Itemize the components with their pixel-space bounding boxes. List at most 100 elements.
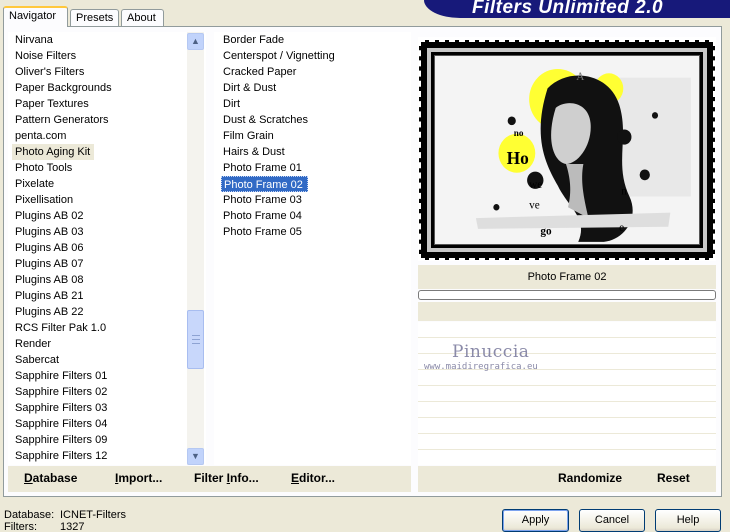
filter-item-label: Photo Frame 02: [221, 176, 308, 192]
filter-item[interactable]: Dirt & Dust: [214, 80, 411, 96]
scroll-down-button[interactable]: ▼: [187, 448, 204, 465]
filter-item[interactable]: Dust & Scratches: [214, 112, 411, 128]
filter-item[interactable]: Photo Frame 05: [214, 224, 411, 240]
apply-button[interactable]: Apply: [502, 509, 569, 532]
category-item-label: Plugins AB 22: [15, 306, 84, 318]
preview-text-8: e: [619, 221, 624, 234]
cancel-button[interactable]: Cancel: [579, 509, 645, 532]
category-item[interactable]: Pixelate: [8, 176, 206, 192]
category-item[interactable]: Plugins AB 08: [8, 272, 206, 288]
category-list[interactable]: Nirvana Noise Filters Oliver's Filters Pape…: [8, 32, 206, 465]
category-item[interactable]: Plugins AB 03: [8, 224, 206, 240]
filter-item-label: Dirt: [223, 98, 241, 110]
category-item[interactable]: Nirvana: [8, 32, 206, 48]
category-item[interactable]: RCS Filter Pak 1.0: [8, 320, 206, 336]
category-item[interactable]: Sapphire Filters 01: [8, 368, 206, 384]
category-item[interactable]: Plugins AB 21: [8, 288, 206, 304]
filter-item[interactable]: Film Grain: [214, 128, 411, 144]
import-button[interactable]: Import...: [115, 471, 162, 485]
filters-count-value: 1327: [60, 521, 85, 532]
category-item-label: Plugins AB 08: [15, 274, 84, 286]
preview-text-6: A: [576, 70, 585, 83]
filter-item[interactable]: Centerspot / Vignetting: [214, 48, 411, 64]
scroll-up-button[interactable]: ▲: [187, 33, 204, 50]
filter-item[interactable]: Dirt: [214, 96, 411, 112]
left-action-bar: Database Import... Filter Info... Editor…: [8, 466, 411, 492]
help-button[interactable]: Help: [655, 509, 721, 532]
category-item-label: Plugins AB 02: [15, 210, 84, 222]
filter-item[interactable]: Photo Frame 04: [214, 208, 411, 224]
category-scrollbar[interactable]: ▲ ▼: [187, 32, 204, 465]
filter-item[interactable]: Photo Frame 01: [214, 160, 411, 176]
filter-item-label: Centerspot / Vignetting: [223, 50, 335, 62]
scrollbar-thumb[interactable]: [187, 310, 204, 369]
filter-item-label: Photo Frame 05: [223, 226, 302, 238]
category-item[interactable]: Paper Backgrounds: [8, 80, 206, 96]
category-item[interactable]: Sapphire Filters 09: [8, 432, 206, 448]
tab-about[interactable]: About: [121, 9, 164, 27]
category-item[interactable]: Paper Textures: [8, 96, 206, 112]
preview-text-5: go: [540, 224, 551, 237]
parameter-header: [418, 302, 716, 321]
category-item[interactable]: Plugins AB 22: [8, 304, 206, 320]
category-item[interactable]: Plugins AB 02: [8, 208, 206, 224]
category-item[interactable]: Sapphire Filters 04: [8, 416, 206, 432]
category-item[interactable]: Plugins AB 07: [8, 256, 206, 272]
filter-item-label: Photo Frame 03: [223, 194, 302, 206]
category-item-label: Plugins AB 03: [15, 226, 84, 238]
preview-artwork: no Ho we ve go A n e: [435, 56, 699, 244]
category-item-label: Plugins AB 06: [15, 242, 84, 254]
category-item-label: Sapphire Filters 04: [15, 418, 108, 430]
category-item-label: Noise Filters: [15, 50, 77, 62]
category-item[interactable]: penta.com: [8, 128, 206, 144]
category-item-label: Paper Backgrounds: [15, 82, 112, 94]
randomize-button[interactable]: Randomize: [558, 471, 622, 485]
category-item-label: Paper Textures: [15, 98, 89, 110]
category-item-label: Pixelate: [15, 178, 55, 190]
database-label: Database:: [4, 509, 55, 521]
tab-presets[interactable]: Presets: [70, 9, 119, 27]
category-item[interactable]: Photo Tools: [8, 160, 206, 176]
category-item[interactable]: Render: [8, 336, 206, 352]
category-item[interactable]: Pixellisation: [8, 192, 206, 208]
category-item[interactable]: Noise Filters: [8, 48, 206, 64]
filter-item[interactable]: Border Fade: [214, 32, 411, 48]
category-item[interactable]: Plugins AB 06: [8, 240, 206, 256]
filter-item-label: Hairs & Dust: [223, 146, 285, 158]
filter-item[interactable]: Hairs & Dust: [214, 144, 411, 160]
category-item-label: Photo Aging Kit: [12, 144, 95, 160]
preview-image: no Ho we ve go A n e: [419, 40, 715, 260]
filter-item[interactable]: Photo Frame 03: [214, 192, 411, 208]
right-action-bar: Randomize Reset: [418, 466, 716, 492]
category-item[interactable]: Oliver's Filters: [8, 64, 206, 80]
category-item[interactable]: Pattern Generators: [8, 112, 206, 128]
category-item-label: Pattern Generators: [15, 114, 109, 126]
filter-info-button[interactable]: Filter Info...: [194, 471, 259, 485]
editor-button[interactable]: Editor...: [291, 471, 335, 485]
category-item[interactable]: Sapphire Filters 12: [8, 448, 206, 464]
category-item[interactable]: Photo Aging Kit: [8, 144, 206, 160]
filter-list[interactable]: Border Fade Centerspot / Vignetting Cracke…: [214, 32, 411, 465]
tab-navigator[interactable]: Navigator: [3, 6, 68, 27]
filter-item-label: Border Fade: [223, 34, 285, 46]
filter-item-label: Cracked Paper: [223, 66, 297, 78]
preview-text-2: Ho: [507, 148, 529, 169]
reset-button[interactable]: Reset: [657, 471, 690, 485]
category-item-label: Sapphire Filters 01: [15, 370, 108, 382]
category-item-label: Sabercat: [15, 354, 60, 366]
category-item-label: RCS Filter Pak 1.0: [15, 322, 107, 334]
preview-text-4: ve: [529, 198, 540, 211]
category-item-label: Sapphire Filters 03: [15, 402, 108, 414]
category-item[interactable]: Sabercat: [8, 352, 206, 368]
filter-item[interactable]: Cracked Paper: [214, 64, 411, 80]
watermark-url: www.maidiregrafica.eu: [424, 362, 538, 372]
preview-filter-name: Photo Frame 02: [418, 265, 716, 289]
filter-item[interactable]: Photo Frame 02: [214, 176, 411, 192]
progress-bar: [418, 290, 716, 300]
category-item[interactable]: Sapphire Filters 02: [8, 384, 206, 400]
database-value: ICNET-Filters: [60, 509, 126, 521]
category-item-label: Plugins AB 07: [15, 258, 84, 270]
category-item-label: penta.com: [15, 130, 67, 142]
category-item[interactable]: Sapphire Filters 03: [8, 400, 206, 416]
database-button[interactable]: Database: [24, 471, 77, 485]
